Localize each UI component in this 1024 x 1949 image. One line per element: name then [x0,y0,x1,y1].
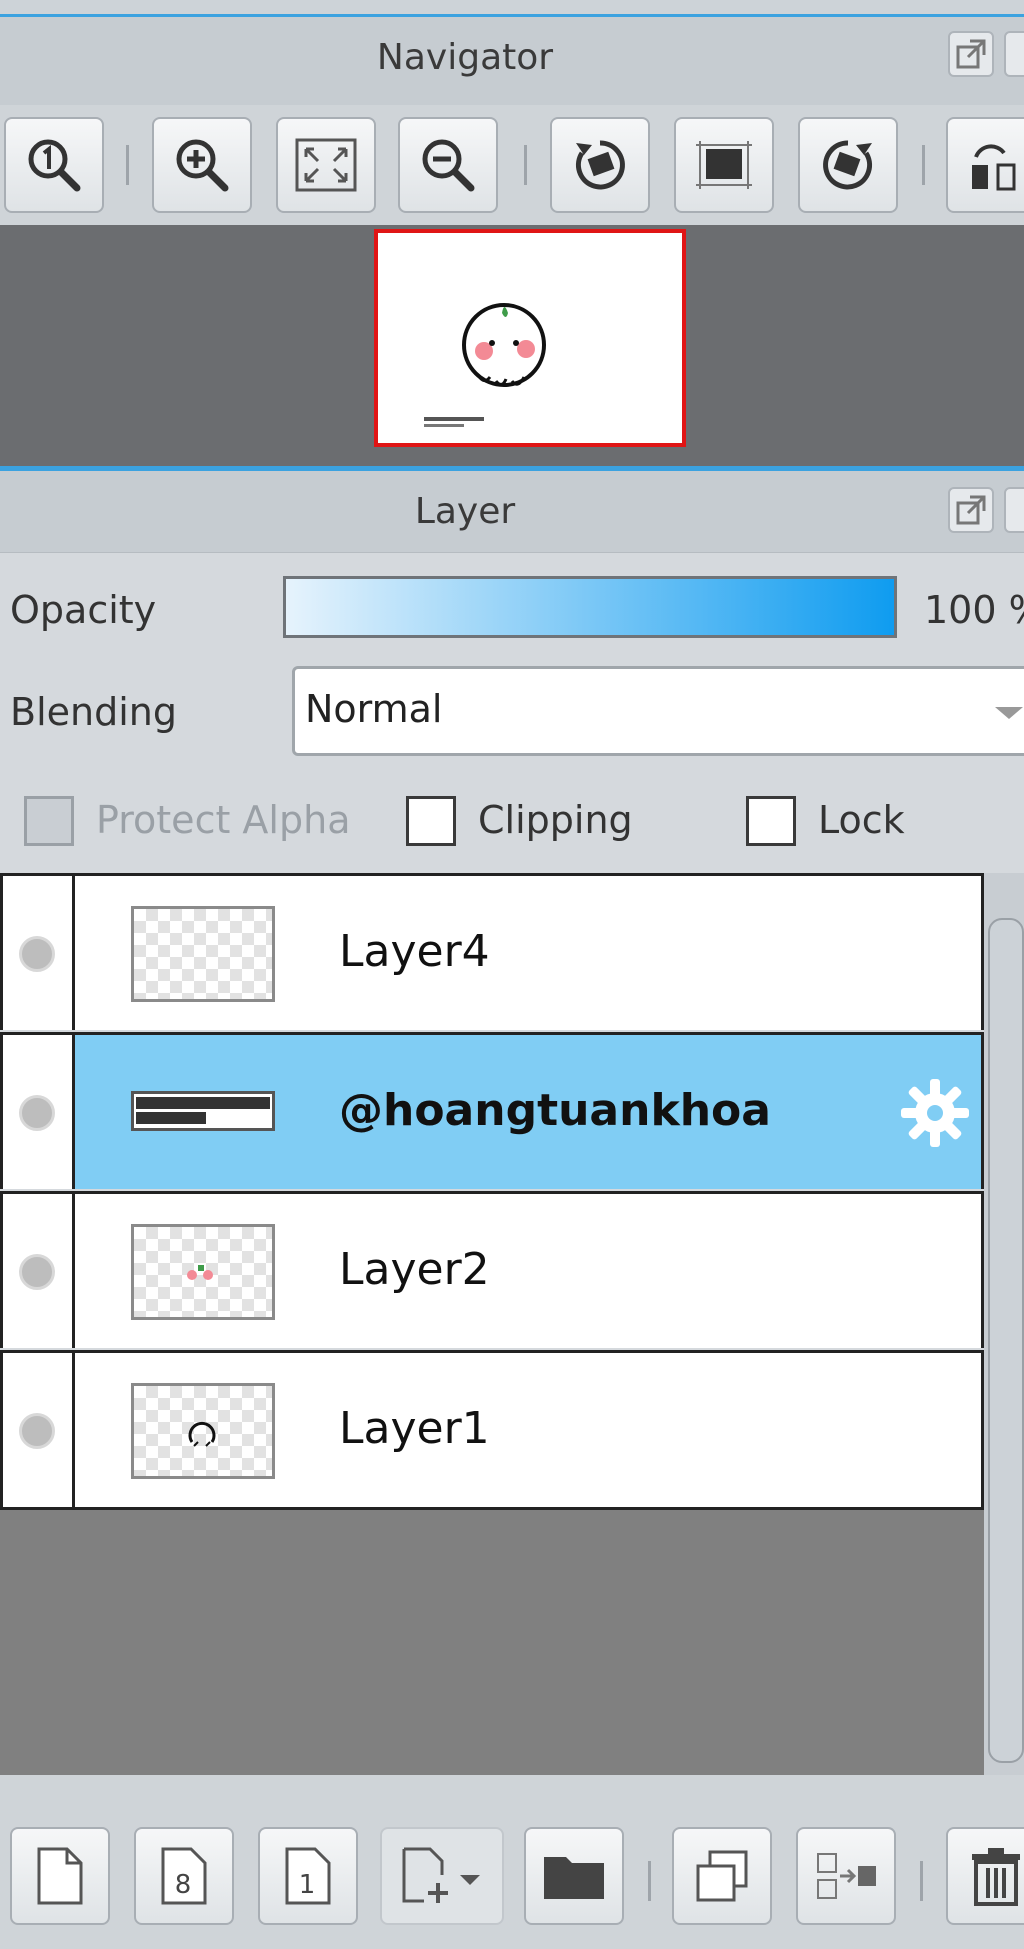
layer-scrollbar-thumb[interactable] [988,918,1024,1763]
opacity-label: Opacity [10,588,157,632]
toolbar-separator [524,145,527,185]
layer-row[interactable]: Layer2 [0,1191,984,1348]
new-8bit-layer-icon[interactable]: 8 [134,1827,234,1925]
zoom-actual-icon[interactable] [4,117,104,213]
layer-toolbar: 8 1 [0,1775,1024,1949]
gear-icon[interactable] [899,1077,971,1153]
clipping-label: Clipping [478,798,633,842]
fit-canvas-icon[interactable] [674,117,774,213]
layer-row[interactable]: Layer1 [0,1350,984,1507]
popout-icon[interactable] [948,31,994,77]
visibility-dot-icon [19,1095,55,1131]
zoom-in-icon[interactable] [152,117,252,213]
layer-list: Layer4 @hoangtuankhoa Layer2 Layer1 [0,873,984,1510]
flip-horizontal-icon[interactable] [946,117,1024,213]
layer-header: Layer [0,471,1024,553]
new-layer-icon[interactable] [10,1827,110,1925]
new-1bit-layer-icon[interactable]: 1 [258,1827,358,1925]
rotate-right-icon[interactable] [798,117,898,213]
zoom-out-icon[interactable] [398,117,498,213]
visibility-toggle[interactable] [3,1353,75,1507]
layer-panel-title: Layer [414,491,516,532]
visibility-toggle[interactable] [3,1194,75,1348]
canvas-preview-frame[interactable] [374,229,686,447]
layer-name: Layer1 [339,1403,490,1454]
layer-thumbnail [131,906,275,1002]
canvas-thumbnail-image [424,303,546,427]
close-panel-icon[interactable] [1004,487,1024,533]
protect-alpha-checkbox[interactable] [24,796,74,846]
panel-top-strip [0,0,1024,17]
blending-label: Blending [10,690,177,734]
clipping-checkbox[interactable] [406,796,456,846]
close-panel-icon[interactable] [1004,31,1024,77]
visibility-toggle[interactable] [3,876,75,1030]
svg-text:1: 1 [299,1870,316,1900]
layer-thumbnail [131,1224,275,1320]
navigator-title: Navigator [376,37,554,78]
layer-row-selected[interactable]: @hoangtuankhoa [0,1032,984,1189]
layer-list-empty-area [0,1510,984,1775]
layer-row[interactable]: Layer4 [0,873,984,1030]
svg-text:8: 8 [175,1870,192,1900]
merge-down-icon[interactable] [796,1827,896,1925]
lock-checkbox[interactable] [746,796,796,846]
layer-thumbnail [131,1383,275,1479]
visibility-dot-icon [19,1254,55,1290]
chevron-down-icon [995,707,1023,719]
layer-name: @hoangtuankhoa [339,1085,771,1136]
fit-screen-icon[interactable] [276,117,376,213]
toolbar-separator [126,145,129,185]
navigator-preview[interactable] [0,225,1024,466]
layer-name: Layer2 [339,1244,490,1295]
rotate-left-icon[interactable] [550,117,650,213]
popout-icon[interactable] [948,487,994,533]
visibility-dot-icon [19,1413,55,1449]
protect-alpha-label: Protect Alpha [96,798,351,842]
toolbar-separator [922,145,925,185]
duplicate-layer-icon[interactable] [672,1827,772,1925]
lock-label: Lock [818,798,905,842]
opacity-value: 100 % [924,588,1024,632]
layer-name: Layer4 [339,926,490,977]
add-layer-menu-icon[interactable] [380,1827,504,1925]
navigator-toolbar [0,105,1024,225]
blending-value: Normal [305,687,443,731]
toolbar-separator [648,1861,651,1901]
visibility-toggle[interactable] [3,1035,75,1189]
toolbar-separator [920,1861,923,1901]
blending-select[interactable]: Normal [292,666,1024,756]
layer-thumbnail [131,1091,275,1131]
visibility-dot-icon [19,936,55,972]
navigator-header: Navigator [0,17,1024,106]
opacity-slider[interactable] [283,576,897,638]
new-folder-icon[interactable] [524,1827,624,1925]
delete-layer-icon[interactable] [946,1827,1024,1925]
